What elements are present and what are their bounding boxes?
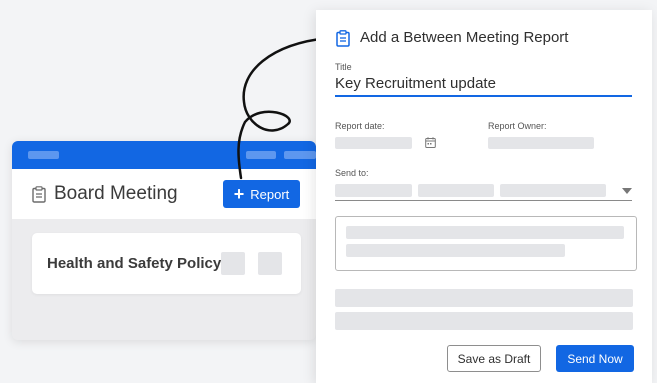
- report-date-input[interactable]: [335, 137, 412, 149]
- recipient-chip[interactable]: [335, 184, 412, 197]
- recipient-chip[interactable]: [418, 184, 494, 197]
- text-line-placeholder: [346, 244, 565, 257]
- attachment-placeholder: [335, 312, 633, 330]
- panel-title: Add a Between Meeting Report: [360, 29, 569, 46]
- title-field-label: Title: [335, 62, 352, 72]
- calendar-icon[interactable]: [425, 137, 436, 148]
- add-report-panel: Add a Between Meeting Report Title Key R…: [316, 10, 652, 383]
- title-input-underline: [335, 95, 632, 97]
- text-line-placeholder: [346, 226, 624, 239]
- report-owner-input[interactable]: [488, 137, 594, 149]
- clipboard-icon: [336, 30, 350, 47]
- save-as-draft-button[interactable]: Save as Draft: [447, 345, 541, 372]
- recipient-chip[interactable]: [500, 184, 606, 197]
- title-input[interactable]: Key Recruitment update: [335, 75, 496, 92]
- report-owner-label: Report Owner:: [488, 121, 547, 131]
- send-to-dropdown-icon[interactable]: [622, 188, 632, 194]
- send-now-button[interactable]: Send Now: [556, 345, 634, 372]
- send-to-underline: [335, 200, 632, 201]
- report-date-label: Report date:: [335, 121, 385, 131]
- attachment-placeholder: [335, 289, 633, 307]
- send-to-label: Send to:: [335, 168, 369, 178]
- report-body-textarea[interactable]: [335, 216, 637, 271]
